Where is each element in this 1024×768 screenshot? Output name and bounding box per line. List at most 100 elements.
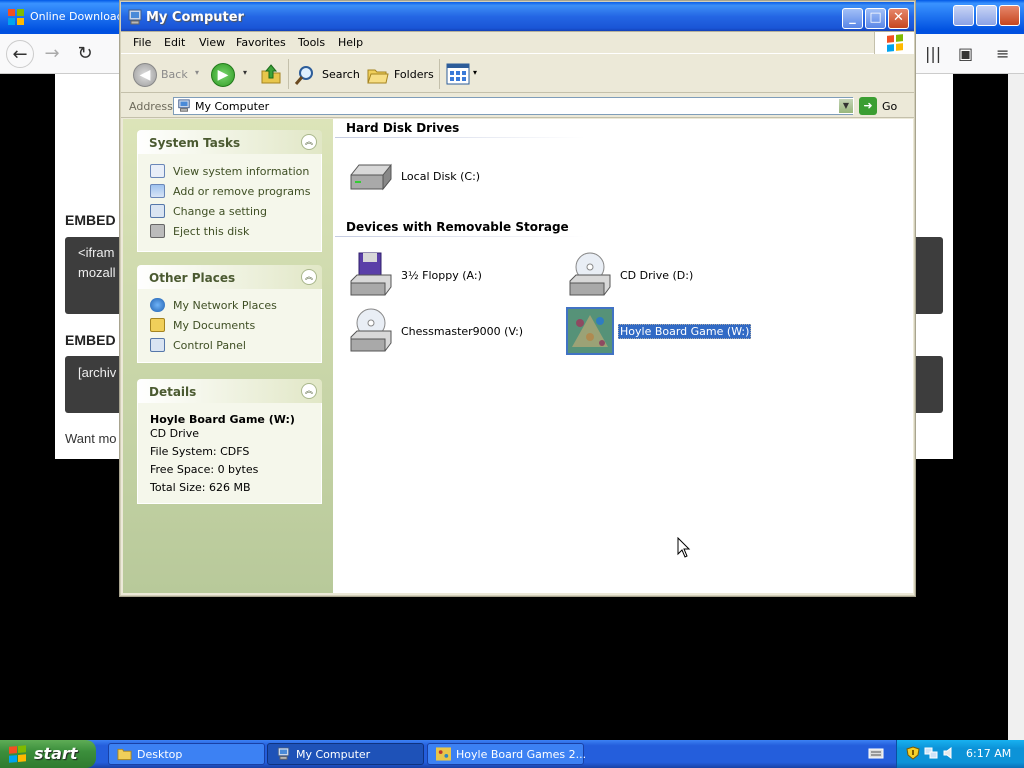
library-icon[interactable]: ||| [925,44,941,63]
collapse-chevron-icon[interactable]: ︽ [301,269,317,285]
details-total-size: Total Size: 626 MB [150,481,251,494]
collapse-chevron-icon[interactable]: ︽ [301,134,317,150]
other-places-title: Other Places [149,271,236,285]
window-title: My Computer [146,10,244,25]
address-bar: Address My Computer ▼ ➜ Go [121,94,914,118]
network-places-icon [150,298,165,312]
sidebar-icon[interactable]: ▣ [958,44,973,63]
drive-chessmaster-v[interactable]: Chessmaster9000 (V:) [347,307,527,357]
menu-favorites[interactable]: Favorites [236,36,286,49]
browser-reload-icon[interactable]: ↻ [71,40,99,68]
search-button[interactable]: Search [293,61,361,87]
minimize-button[interactable]: _ [842,8,863,29]
drive-cd-d[interactable]: CD Drive (D:) [566,251,726,301]
browser-title: Online Download f [30,10,132,23]
details-header[interactable]: Details ︽ [137,379,322,403]
go-arrow-icon[interactable]: ➜ [859,97,877,115]
volume-icon[interactable] [942,746,956,760]
group-hard-disk-drives: Hard Disk Drives [346,121,460,135]
clock[interactable]: 6:17 AM [966,747,1011,760]
start-label: start [34,744,78,763]
menu-tools[interactable]: Tools [298,36,325,49]
browser-maximize-button[interactable] [976,5,997,26]
browser-forward-icon[interactable]: → [38,40,66,68]
mouse-cursor-icon [677,537,691,558]
drive-label-selected: Hoyle Board Game (W:) [618,324,752,339]
menu-help[interactable]: Help [338,36,363,49]
browser-close-button[interactable] [999,5,1020,26]
browser-logo-icon [8,9,24,25]
eject-disk-icon [150,224,165,238]
drive-label: Chessmaster9000 (V:) [401,325,524,338]
details-panel: Details ︽ Hoyle Board Game (W:) CD Drive… [137,379,322,504]
close-button[interactable]: ✕ [888,8,909,29]
address-dropdown-icon[interactable]: ▼ [838,98,854,114]
drive-local-disk-c[interactable]: Local Disk (C:) [347,153,487,201]
browser-back-icon[interactable]: ← [6,40,34,68]
my-computer-icon [277,747,290,760]
menu-file[interactable]: File [133,36,151,49]
menu-icon[interactable]: ≡ [996,44,1009,63]
taskbar-button-label: Desktop [137,748,183,761]
drive-hoyle-board-game-w[interactable]: Hoyle Board Game (W:) [566,307,766,357]
back-button[interactable]: ◀ Back ▾ [131,61,205,87]
other-places-panel: Other Places ︽ My Network Places My Docu… [137,265,322,363]
embed-label-2: EMBED [65,332,116,348]
taskbar-button-label: My Computer [296,748,371,761]
details-file-system: File System: CDFS [150,445,250,458]
back-arrow-icon: ◀ [133,63,157,87]
task-label: View system information [173,165,310,178]
drive-label: 3½ Floppy (A:) [401,269,482,282]
my-computer-icon [178,99,190,112]
drive-list: Hard Disk Drives Local Disk (C:) Devices… [333,119,913,593]
browser-minimize-button[interactable] [953,5,974,26]
system-tasks-header[interactable]: System Tasks ︽ [137,130,322,154]
place-label: Control Panel [173,339,246,352]
forward-button[interactable]: ▶ ▾ [209,61,249,87]
hoyle-game-icon [566,307,614,355]
taskbar-button-desktop[interactable]: Desktop [108,743,265,765]
collapse-chevron-icon[interactable]: ︽ [301,383,317,399]
go-button[interactable]: Go [882,100,897,113]
hard-disk-icon [350,163,392,191]
other-places-header[interactable]: Other Places ︽ [137,265,322,289]
floppy-disk-icon [350,252,392,296]
forward-arrow-icon: ▶ [211,63,235,87]
start-button[interactable]: start [0,740,96,768]
other-places-body: My Network Places My Documents Control P… [137,289,322,363]
place-label: My Documents [173,319,256,332]
details-type: CD Drive [150,427,199,440]
add-remove-programs-icon [150,184,165,198]
task-label: Add or remove programs [173,185,311,198]
address-input[interactable]: My Computer ▼ [173,97,854,115]
window-titlebar[interactable]: My Computer _ □ ✕ [121,2,914,32]
details-title: Details [149,385,197,399]
folders-label: Folders [394,68,434,81]
folders-icon [367,69,389,84]
drive-floppy-a[interactable]: 3½ Floppy (A:) [347,251,507,301]
up-folder-icon[interactable] [259,62,283,86]
explorer-window: My Computer _ □ ✕ File Edit View Favorit… [120,1,915,596]
task-pane: System Tasks ︽ View system information A… [123,119,333,593]
security-shield-icon[interactable] [906,746,920,760]
taskbar-button-label: Hoyle Board Games 2... [456,748,587,761]
toolbar-separator [288,59,289,89]
search-icon [294,66,313,85]
place-label: My Network Places [173,299,277,312]
cd-drive-icon [350,308,392,352]
control-panel-icon [150,204,165,218]
views-button[interactable]: ▾ [446,63,482,85]
menu-edit[interactable]: Edit [164,36,185,49]
browser-scrollbar[interactable] [1008,74,1024,740]
taskbar-button-hoyle-board-games[interactable]: Hoyle Board Games 2... [427,743,587,765]
folders-button[interactable]: Folders [366,61,436,87]
taskbar-button-my-computer[interactable]: My Computer [267,743,424,765]
keyboard-icon[interactable] [868,746,884,760]
group-divider [335,137,585,138]
back-label: Back [161,68,188,81]
maximize-button[interactable]: □ [865,8,886,29]
address-label: Address [129,100,173,113]
my-computer-icon [128,9,142,25]
menu-view[interactable]: View [199,36,225,49]
network-icon[interactable] [924,746,938,760]
